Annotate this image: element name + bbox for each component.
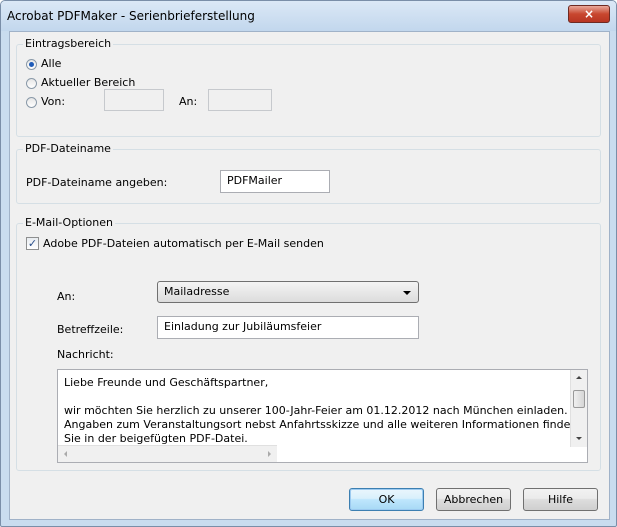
close-button[interactable]: × xyxy=(568,5,610,23)
scroll-right-arrow-icon[interactable] xyxy=(268,451,271,457)
subject-field[interactable]: Einladung zur Jubiläumsfeier xyxy=(157,316,419,339)
radio-all[interactable] xyxy=(26,59,37,70)
scroll-up-arrow-icon[interactable] xyxy=(576,376,582,379)
close-icon: × xyxy=(583,7,595,21)
help-button[interactable]: Hilfe xyxy=(523,488,598,511)
email-group: E-Mail-Optionen ✓ Adobe PDF-Dateien auto… xyxy=(16,216,601,471)
filename-field[interactable]: PDFMailer xyxy=(220,170,330,193)
dialog-window: Acrobat PDFMaker - Serienbrieferstellung… xyxy=(0,0,617,527)
scroll-left-arrow-icon[interactable] xyxy=(64,451,67,457)
scroll-down-arrow-icon[interactable] xyxy=(576,437,582,440)
range-group-title: Eintragsbereich xyxy=(23,37,114,50)
message-label: Nachricht: xyxy=(57,348,114,361)
message-line: Liebe Freunde und Geschäftspartner, xyxy=(64,376,269,389)
chevron-down-icon xyxy=(403,291,411,295)
to-label: An: xyxy=(179,95,198,108)
filename-label: PDF-Dateiname angeben: xyxy=(26,176,168,189)
title-bar[interactable]: Acrobat PDFMaker - Serienbrieferstellung… xyxy=(1,1,616,31)
recipient-select[interactable]: Mailadresse xyxy=(157,281,419,303)
message-field[interactable]: Liebe Freunde und Geschäftspartner, wir … xyxy=(57,369,588,463)
radio-from[interactable] xyxy=(26,97,37,108)
to-field[interactable] xyxy=(208,89,272,111)
dialog-body: Eintragsbereich Alle Aktueller Bereich V… xyxy=(9,31,610,520)
radio-all-label[interactable]: Alle xyxy=(41,57,61,70)
message-vertical-scrollbar[interactable] xyxy=(570,370,587,447)
recipient-select-value: Mailadresse xyxy=(164,285,230,298)
range-group: Eintragsbereich Alle Aktueller Bereich V… xyxy=(16,37,601,137)
auto-send-checkbox[interactable]: ✓ xyxy=(26,237,39,250)
subject-label: Betreffzeile: xyxy=(57,323,124,336)
window-title: Acrobat PDFMaker - Serienbrieferstellung xyxy=(7,9,255,23)
message-horizontal-scrollbar[interactable] xyxy=(58,445,277,462)
filename-group: PDF-Dateiname PDF-Dateiname angeben: PDF… xyxy=(16,142,601,204)
message-line: Angaben zum Veranstaltungsort nebst Anfa… xyxy=(64,418,578,431)
email-group-title: E-Mail-Optionen xyxy=(23,216,115,229)
message-line: wir möchten Sie herzlich zu unserer 100-… xyxy=(64,404,568,417)
radio-from-label[interactable]: Von: xyxy=(41,95,65,108)
radio-current-range[interactable] xyxy=(26,78,37,89)
filename-group-title: PDF-Dateiname xyxy=(23,142,113,155)
cancel-button[interactable]: Abbrechen xyxy=(436,488,511,511)
radio-current-range-label[interactable]: Aktueller Bereich xyxy=(41,76,135,89)
recipient-label: An: xyxy=(57,290,76,303)
from-field[interactable] xyxy=(104,89,164,111)
ok-button[interactable]: OK xyxy=(349,488,424,511)
auto-send-label[interactable]: Adobe PDF-Dateien automatisch per E-Mail… xyxy=(43,237,324,250)
scroll-thumb[interactable] xyxy=(573,390,585,408)
message-line: Sie in der beigefügten PDF-Datei. xyxy=(64,432,248,445)
